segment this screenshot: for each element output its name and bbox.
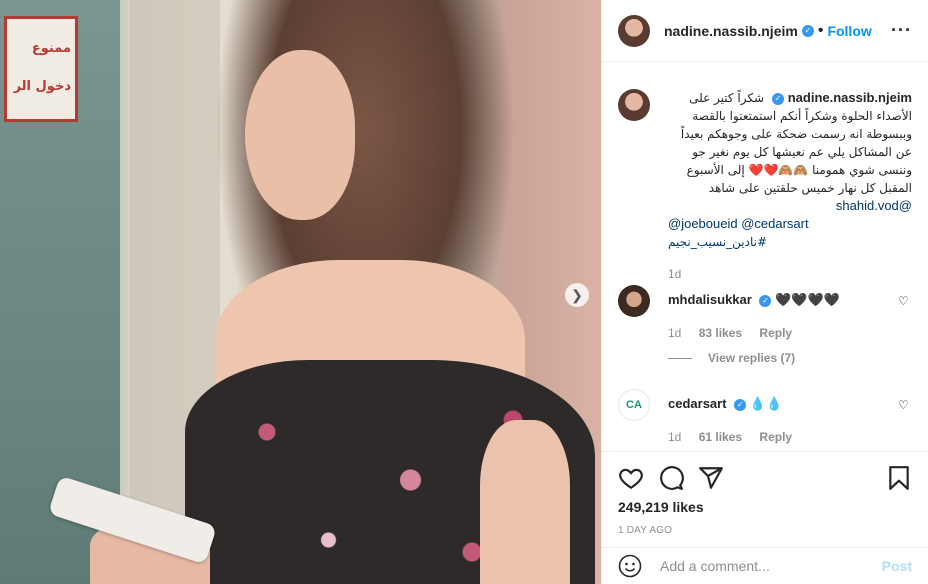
post-header: nadine.nassib.njeim ✓ • Follow ··· [602, 0, 928, 62]
comment-username[interactable]: mhdalisukkar [668, 292, 752, 307]
logo-text: CA [626, 399, 642, 411]
hashtag[interactable]: #نادين_نسيب_نجيم [668, 233, 912, 251]
comment-meta: 1d 83 likes Reply [668, 326, 912, 340]
cedarsart-logo-avatar[interactable]: CA [618, 389, 650, 421]
sign-text-1: ممنوع [31, 41, 71, 56]
woman-face [245, 50, 355, 220]
sign-text-2: دخول الر [13, 79, 71, 94]
comment-text: 💧💧 [749, 396, 783, 411]
comment-item: CA cedarsart ✓ 💧💧 ♡ 1d 61 likes Reply [618, 389, 912, 444]
comment-likes[interactable]: 61 likes [699, 430, 742, 444]
post-sidebar: nadine.nassib.njeim ✓ • Follow ··· nadin… [601, 0, 928, 584]
chevron-right-icon: ❯ [571, 286, 583, 303]
next-image-button[interactable]: ❯ [565, 283, 589, 307]
caption-username[interactable]: nadine.nassib.njeim [788, 90, 912, 105]
like-comment-heart-icon[interactable]: ♡ [898, 294, 910, 308]
caption: nadine.nassib.njeim ✓ شكراً كتير على الأ… [602, 63, 928, 283]
comment-time: 1d [668, 326, 682, 340]
door-sign: ممنوع دخول الر [4, 16, 78, 122]
share-icon[interactable] [698, 465, 724, 491]
comment-username[interactable]: cedarsart [668, 396, 727, 411]
caption-time: 1d [668, 267, 682, 281]
comment-likes[interactable]: 83 likes [699, 326, 742, 340]
caption-meta: 1d [668, 265, 912, 283]
comment-item: mhdalisukkar ✓ 🖤🖤🖤🖤 ♡ 1d 83 likes Reply [618, 285, 912, 340]
mention-shahid[interactable]: @shahid.vod [836, 198, 912, 213]
post-comment-button[interactable]: Post [882, 558, 912, 574]
view-replies-label: View replies (7) [708, 351, 796, 365]
verified-badge-icon: ✓ [801, 24, 814, 37]
post-photo[interactable]: ممنوع دخول الر [0, 0, 601, 584]
comments-section[interactable]: nadine.nassib.njeim ✓ شكراً كتير على الأ… [602, 63, 928, 451]
header-username[interactable]: nadine.nassib.njeim [664, 23, 798, 39]
more-options-icon[interactable]: ··· [891, 20, 912, 41]
comment-meta: 1d 61 likes Reply [668, 430, 912, 444]
separator-dot: • [817, 21, 824, 39]
verified-badge-icon: ✓ [771, 93, 784, 105]
mention-cedarsart[interactable]: @cedarsart [741, 216, 808, 231]
woman-arm [480, 420, 570, 584]
comment-avatar[interactable] [618, 285, 650, 317]
reply-button[interactable]: Reply [759, 326, 792, 340]
view-replies-button[interactable]: View replies (7) [668, 351, 795, 365]
heart-icon[interactable] [618, 465, 644, 491]
verified-badge-icon: ✓ [759, 295, 772, 307]
replies-line [668, 357, 692, 359]
avatar[interactable] [618, 14, 650, 47]
bookmark-icon[interactable] [886, 465, 912, 491]
add-comment-bar: Post [602, 547, 928, 584]
likes-count[interactable]: 249,219 likes [618, 499, 912, 515]
verified-badge-icon: ✓ [734, 399, 747, 411]
caption-text: nadine.nassib.njeim ✓ شكراً كتير على الأ… [668, 89, 912, 215]
caption-avatar[interactable] [618, 89, 650, 121]
emoji-icon[interactable] [618, 554, 642, 578]
comment-text: 🖤🖤🖤🖤 [775, 292, 840, 307]
comment-input[interactable] [658, 557, 882, 575]
caption-body: شكراً كتير على الأصداء الحلوة وشكراً أنك… [680, 91, 912, 195]
follow-button[interactable]: Follow [827, 23, 871, 39]
mention-joeboueid[interactable]: @joeboueid [668, 216, 738, 231]
comment-icon[interactable] [658, 465, 684, 491]
reply-button[interactable]: Reply [759, 430, 792, 444]
comment-time: 1d [668, 430, 682, 444]
caption-mentions: @joeboueid @cedarsart [668, 215, 912, 233]
like-comment-heart-icon[interactable]: ♡ [898, 398, 910, 412]
post-timestamp: 1 DAY AGO [618, 525, 673, 536]
post-actions: 249,219 likes 1 DAY AGO [602, 451, 928, 536]
